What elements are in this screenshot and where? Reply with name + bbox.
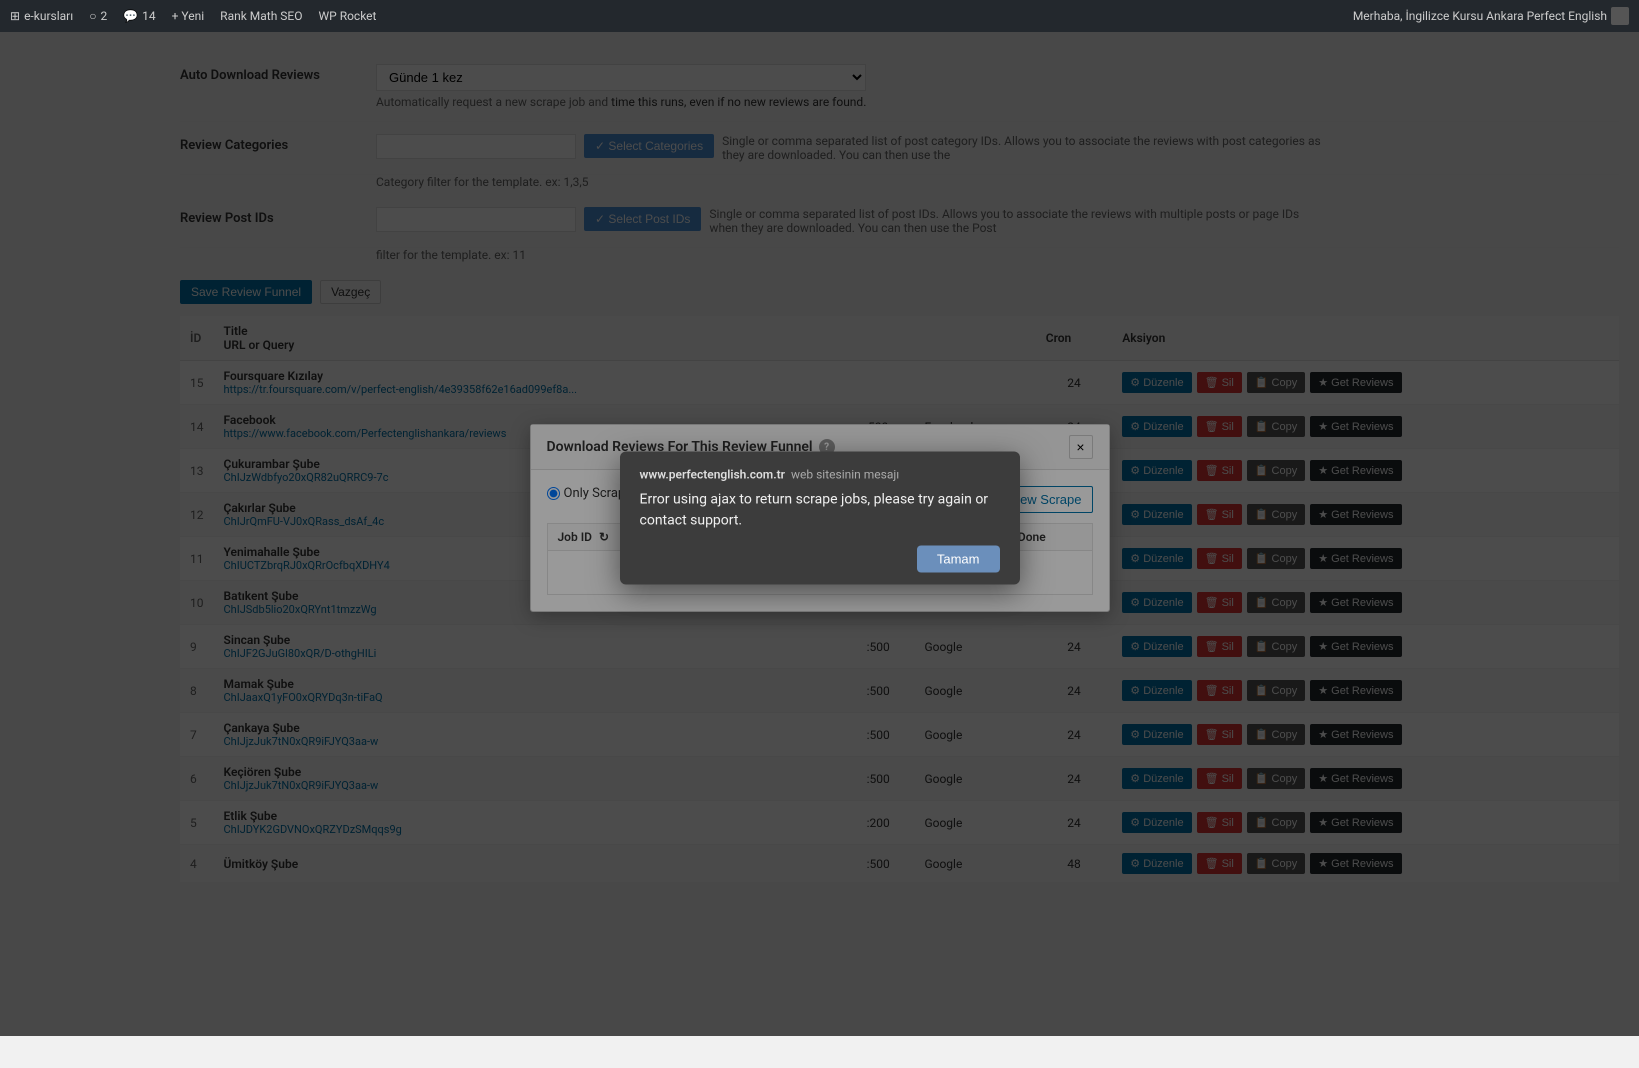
grid-icon: ⊞: [10, 9, 20, 23]
admin-bar-notifications[interactable]: ○ 2: [89, 9, 107, 23]
alert-title-text: web sitesinin mesajı: [791, 468, 899, 482]
user-avatar: [1611, 7, 1629, 25]
circle-icon: ○: [89, 9, 96, 23]
admin-bar: ⊞ e-kursları ○ 2 💬 14 + Yeni Rank Math S…: [0, 0, 1639, 32]
admin-bar-user: Merhaba, İngilizce Kursu Ankara Perfect …: [1353, 7, 1629, 25]
alert-title-bar: www.perfectenglish.com.tr web sitesinin …: [640, 468, 1000, 482]
admin-bar-wprocket[interactable]: WP Rocket: [319, 9, 377, 23]
alert-ok-button[interactable]: Tamam: [917, 546, 1000, 573]
admin-bar-new[interactable]: + Yeni: [172, 9, 205, 23]
comment-icon: 💬: [123, 9, 138, 23]
admin-bar-comments[interactable]: 💬 14: [123, 9, 155, 23]
admin-bar-rankmath[interactable]: Rank Math SEO: [220, 9, 302, 23]
alert-domain: www.perfectenglish.com.tr: [640, 468, 786, 482]
alert-message: Error using ajax to return scrape jobs, …: [640, 490, 1000, 532]
alert-dialog: www.perfectenglish.com.tr web sitesinin …: [620, 452, 1020, 585]
admin-bar-courses[interactable]: ⊞ e-kursları: [10, 9, 73, 23]
